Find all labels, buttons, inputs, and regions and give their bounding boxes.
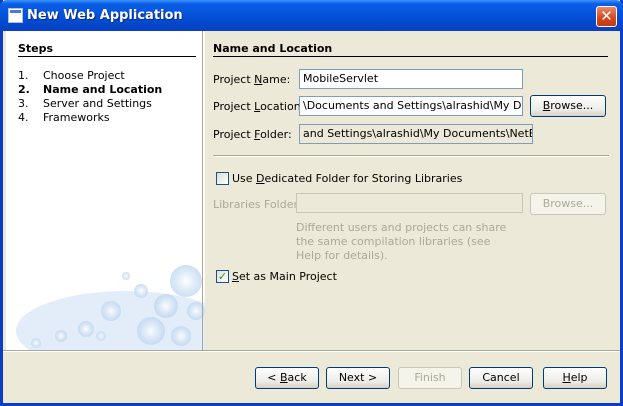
window-title: New Web Application [27,8,183,23]
project-location-label: Project Location: [213,100,305,113]
panel-divider [202,31,203,350]
project-folder-label: Project Folder: [213,128,292,141]
dedicated-folder-checkbox[interactable] [216,172,229,185]
section-separator [213,155,609,157]
next-button[interactable]: Next > [326,367,390,389]
libraries-folder-label: Libraries Folder: [213,198,302,211]
window-icon [8,8,23,23]
step-label: Frameworks [43,111,110,124]
step-number: 3. [18,97,29,110]
main-project-label[interactable]: Set as Main Project [232,270,337,283]
close-icon: ✕ [600,7,613,25]
finish-button[interactable]: Finish [398,367,462,389]
cancel-button[interactable]: Cancel [469,367,533,389]
project-name-label: Project Name: [213,73,291,86]
step-label: Choose Project [43,69,125,82]
libraries-folder-field[interactable] [296,193,523,213]
checkmark-icon: ✓ [217,270,228,283]
step-item-active: 2. Name and Location [18,83,162,96]
step-item: 4. Frameworks [18,111,110,124]
step-number: 2. [18,83,30,96]
browse-libraries-button[interactable]: Browse... [530,193,606,215]
dedicated-folder-label[interactable]: Use Dedicated Folder for Storing Librari… [232,172,462,185]
project-folder-field[interactable]: and Settings\alrashid\My Documents\NetBe… [299,124,533,144]
steps-divider [18,56,196,57]
step-number: 4. [18,111,29,124]
steps-heading: Steps [18,42,54,55]
section-divider [213,56,608,57]
step-item: 3. Server and Settings [18,97,152,110]
help-button[interactable]: Help [543,367,607,389]
step-label: Server and Settings [43,97,152,110]
close-button[interactable]: ✕ [596,6,617,27]
step-item: 1. Choose Project [18,69,125,82]
browse-location-button[interactable]: Browse... [530,95,606,117]
step-number: 1. [18,69,29,82]
footer-separator [3,350,620,352]
dialog-window: New Web Application ✕ Steps 1. Choose Pro… [0,0,623,406]
title-bar[interactable]: New Web Application ✕ [0,0,623,31]
libraries-help-text: Different users and projects can share t… [296,221,507,262]
steps-panel: Steps 1. Choose Project 2. Name and Locati… [6,31,205,350]
main-project-checkbox[interactable]: ✓ [216,270,229,283]
section-title: Name and Location [213,42,333,55]
back-button[interactable]: < Back [255,367,319,389]
project-location-field[interactable]: \Documents and Settings\alrashid\My Docu… [299,96,523,116]
project-name-field[interactable]: MobileServlet [299,69,523,89]
decorative-bubbles [16,265,205,350]
step-label: Name and Location [43,83,163,96]
